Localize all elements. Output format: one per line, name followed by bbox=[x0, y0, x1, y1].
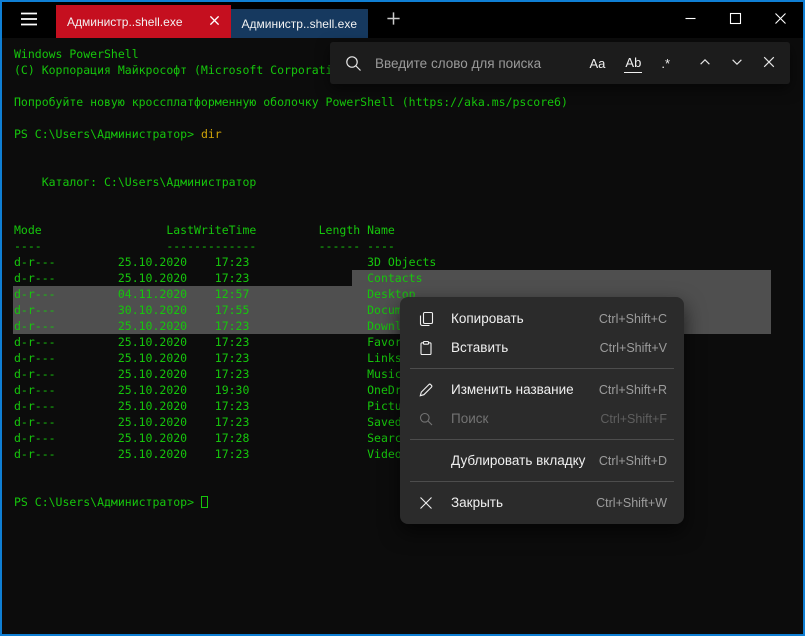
menu-item-закрыть[interactable]: ЗакрытьCtrl+Shift+W bbox=[400, 488, 684, 517]
menu-item-shortcut: Ctrl+Shift+W bbox=[596, 496, 667, 510]
terminal-line bbox=[14, 142, 803, 158]
close-search-button[interactable] bbox=[762, 55, 776, 72]
close-window-button[interactable] bbox=[758, 2, 803, 38]
menu-item-label: Изменить название bbox=[451, 382, 599, 397]
tab-title: Администр..shell.exe bbox=[242, 17, 358, 31]
menu-item-поиск: ПоискCtrl+Shift+F bbox=[400, 404, 684, 433]
close-icon bbox=[774, 12, 787, 28]
no-icon bbox=[417, 452, 434, 469]
rename-pencil-icon bbox=[417, 381, 434, 398]
menu-item-изменить-название[interactable]: Изменить названиеCtrl+Shift+R bbox=[400, 375, 684, 404]
menu-item-вставить[interactable]: ВставитьCtrl+Shift+V bbox=[400, 333, 684, 362]
menu-item-копировать[interactable]: КопироватьCtrl+Shift+C bbox=[400, 304, 684, 333]
search-icon bbox=[344, 54, 363, 73]
close-icon bbox=[417, 494, 434, 511]
titlebar: Администр..shell.exe Администр..shell.ex… bbox=[2, 2, 803, 38]
terminal-line: d-r--- 25.10.2020 17:23 Contacts bbox=[14, 270, 803, 286]
terminal-window: Администр..shell.exe Администр..shell.ex… bbox=[0, 0, 805, 636]
menu-item-shortcut: Ctrl+Shift+R bbox=[599, 383, 667, 397]
regex-button[interactable]: .* bbox=[660, 54, 671, 73]
terminal-line: ---- ------------- ------ ---- bbox=[14, 238, 803, 254]
menu-separator bbox=[410, 481, 674, 482]
window-controls bbox=[668, 2, 803, 38]
find-previous-button[interactable] bbox=[698, 55, 712, 72]
menu-item-label: Закрыть bbox=[451, 495, 596, 510]
terminal-line: d-r--- 25.10.2020 17:23 3D Objects bbox=[14, 254, 803, 270]
menu-item-label: Дублировать вкладку bbox=[451, 453, 599, 468]
copy-icon bbox=[417, 310, 434, 327]
match-word-button[interactable]: Ab bbox=[624, 53, 642, 73]
terminal-line: PS C:\Users\Администратор> dir bbox=[14, 126, 803, 142]
match-case-button[interactable]: Aa bbox=[589, 54, 607, 73]
search-input[interactable] bbox=[375, 56, 580, 71]
maximize-button[interactable] bbox=[713, 2, 758, 38]
plus-icon bbox=[386, 11, 401, 29]
tab-close-button[interactable] bbox=[209, 14, 220, 29]
menu-item-label: Копировать bbox=[451, 311, 599, 326]
chevron-up-icon bbox=[698, 55, 712, 72]
hamburger-menu-button[interactable] bbox=[2, 2, 56, 38]
menu-item-shortcut: Ctrl+Shift+F bbox=[600, 412, 667, 426]
tab-administrator-shell-active[interactable]: Администр..shell.exe bbox=[56, 5, 231, 38]
menu-item-shortcut: Ctrl+Shift+D bbox=[599, 454, 667, 468]
chevron-down-icon bbox=[730, 55, 744, 72]
context-menu: КопироватьCtrl+Shift+CВставитьCtrl+Shift… bbox=[400, 297, 684, 524]
tab-administrator-shell-inactive[interactable]: Администр..shell.exe bbox=[231, 9, 369, 38]
menu-item-shortcut: Ctrl+Shift+V bbox=[600, 341, 667, 355]
terminal-line bbox=[14, 206, 803, 222]
find-next-button[interactable] bbox=[730, 55, 744, 72]
titlebar-drag-region bbox=[412, 2, 668, 38]
minimize-button[interactable] bbox=[668, 2, 713, 38]
terminal-line: Каталог: C:\Users\Администратор bbox=[14, 174, 803, 190]
close-icon bbox=[762, 55, 776, 72]
menu-item-shortcut: Ctrl+Shift+C bbox=[599, 312, 667, 326]
tab-title: Администр..shell.exe bbox=[67, 15, 183, 29]
minimize-icon bbox=[684, 12, 697, 28]
terminal-line bbox=[14, 110, 803, 126]
new-tab-button[interactable] bbox=[374, 2, 412, 38]
menu-separator bbox=[410, 439, 674, 440]
menu-item-label: Поиск bbox=[451, 411, 600, 426]
terminal-line bbox=[14, 158, 803, 174]
search-panel: Aa Ab .* bbox=[330, 42, 790, 84]
close-icon bbox=[209, 14, 220, 29]
terminal-line bbox=[14, 190, 803, 206]
terminal-cursor bbox=[201, 496, 208, 508]
maximize-icon bbox=[729, 12, 742, 28]
paste-icon bbox=[417, 339, 434, 356]
terminal-line: Попробуйте новую кроссплатформенную обол… bbox=[14, 94, 803, 110]
search-icon bbox=[417, 410, 434, 427]
menu-separator bbox=[410, 368, 674, 369]
menu-item-дублировать-вкладку[interactable]: Дублировать вкладкуCtrl+Shift+D bbox=[400, 446, 684, 475]
hamburger-icon bbox=[20, 12, 38, 29]
terminal-line: Mode LastWriteTime Length Name bbox=[14, 222, 803, 238]
menu-item-label: Вставить bbox=[451, 340, 600, 355]
